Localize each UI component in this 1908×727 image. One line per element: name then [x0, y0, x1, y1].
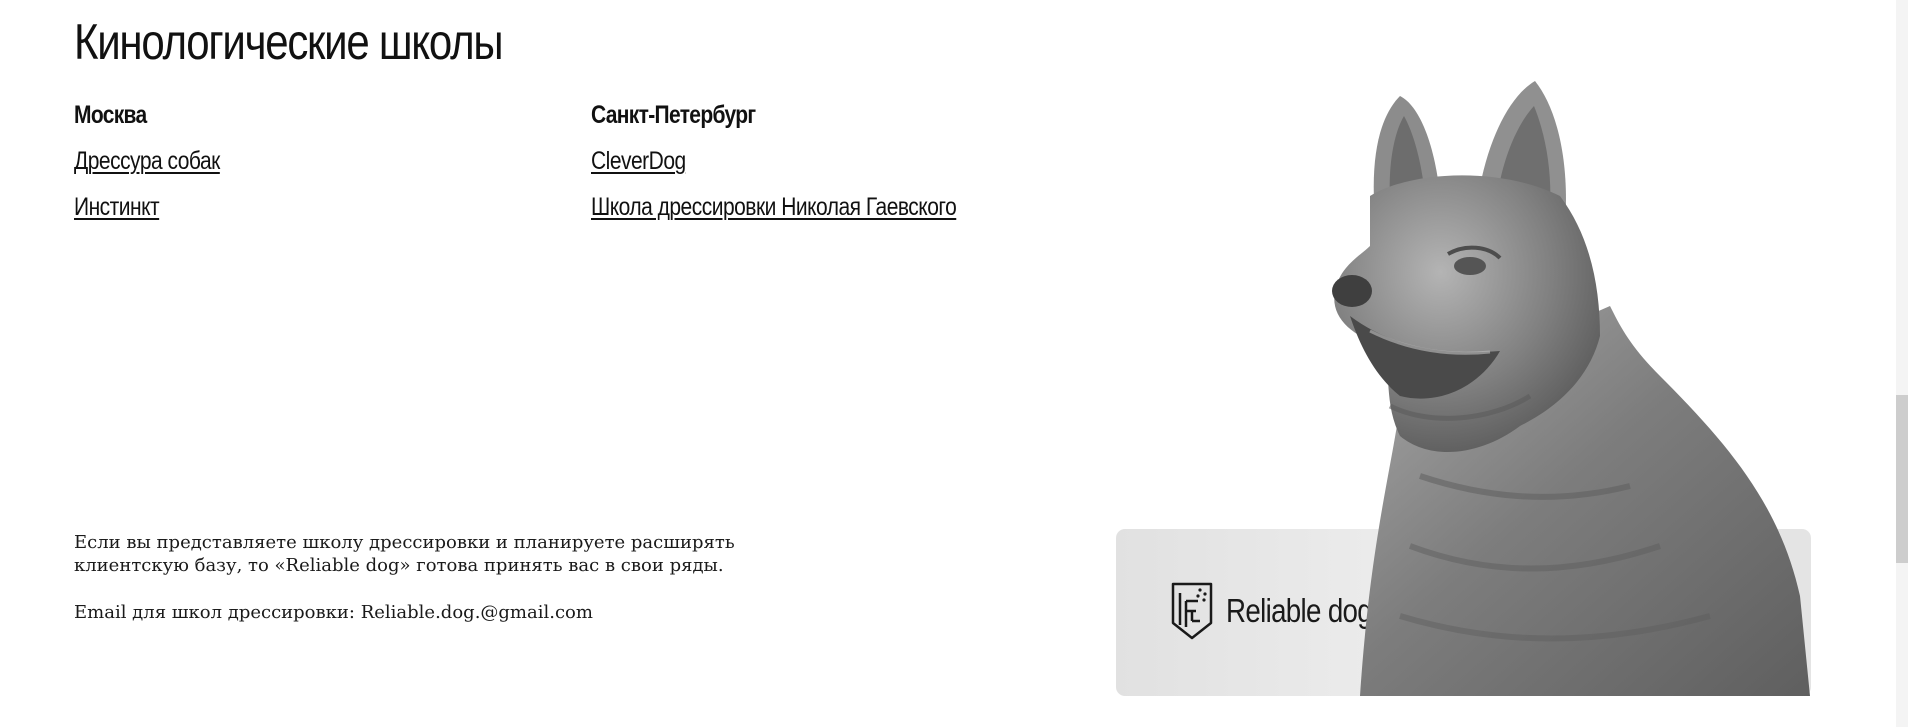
shield-logo-icon	[1171, 582, 1213, 640]
city-heading: Москва	[74, 101, 147, 129]
scrollbar-thumb[interactable]	[1896, 395, 1908, 563]
city-column-saint-petersburg: Санкт-Петербург CleverDog Школа дрессиро…	[591, 100, 1071, 238]
school-link-cleverdog[interactable]: CleverDog	[591, 146, 686, 176]
page-title: Кинологические школы	[74, 14, 504, 70]
list-item: CleverDog	[591, 146, 1071, 192]
school-link-instinkt[interactable]: Инстинкт	[74, 192, 160, 222]
scrollbar-track[interactable]	[1896, 0, 1908, 727]
city-column-moscow: Москва Дрессура собак Инстинкт	[74, 100, 554, 238]
list-item: Инстинкт	[74, 192, 554, 238]
list-item: Школа дрессировки Николая Гаевского	[591, 192, 1071, 238]
school-link-gaevsky[interactable]: Школа дрессировки Николая Гаевского	[591, 192, 957, 222]
school-link-dressura-sobak[interactable]: Дрессура собак	[74, 146, 220, 176]
school-list: CleverDog Школа дрессировки Николая Гаев…	[591, 146, 1071, 238]
city-heading: Санкт-Петербург	[591, 101, 756, 129]
email-link[interactable]: Reliable.dog.@gmail.com	[361, 602, 593, 623]
school-list: Дрессура собак Инстинкт	[74, 146, 554, 238]
email-line: Email для школ дрессировки: Reliable.dog…	[74, 601, 794, 624]
list-item: Дрессура собак	[74, 146, 554, 192]
dog-statue-image	[1332, 81, 1810, 696]
partner-invite-text: Если вы представляете школу дрессировки …	[74, 532, 735, 576]
email-label: Email для школ дрессировки:	[74, 602, 361, 623]
